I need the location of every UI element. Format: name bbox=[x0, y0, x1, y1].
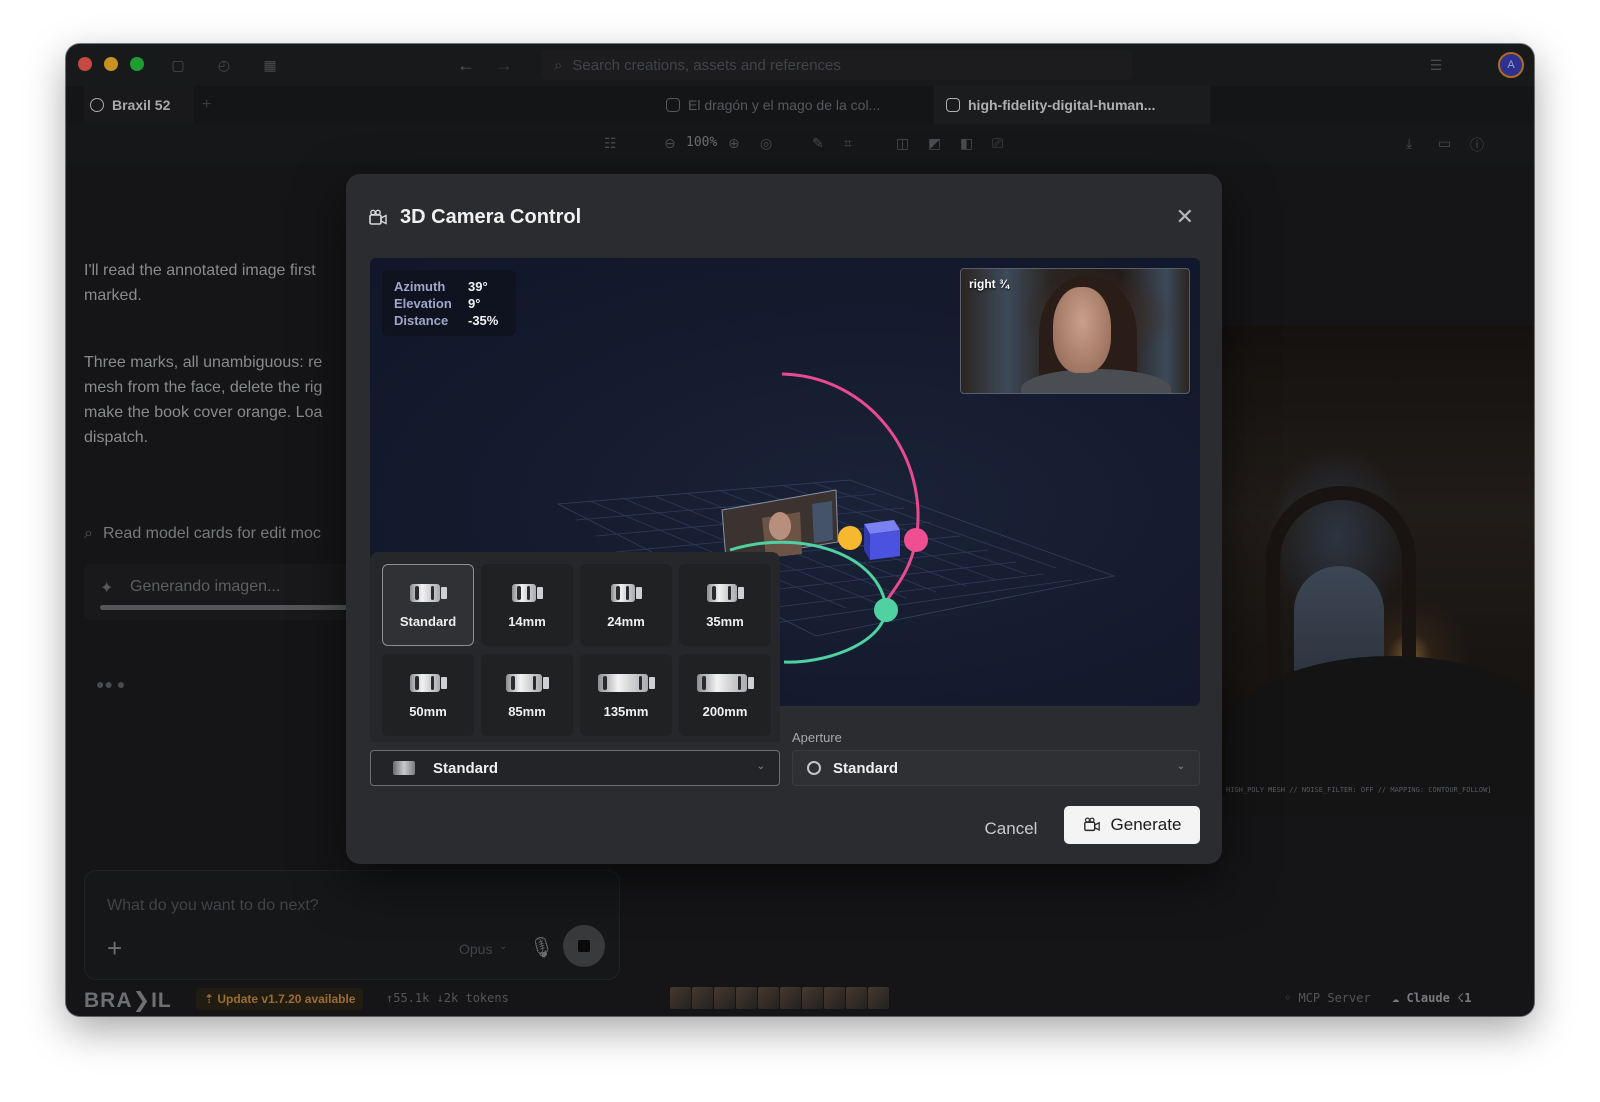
dialog-header: 3D Camera Control bbox=[368, 206, 581, 229]
video-camera-icon bbox=[369, 209, 387, 225]
lens-icon bbox=[696, 672, 754, 694]
cancel-button[interactable]: Cancel bbox=[966, 810, 1056, 848]
lens-option-label: Standard bbox=[399, 613, 457, 629]
lens-option-label: 35mm bbox=[706, 613, 744, 629]
lens-icon bbox=[610, 582, 642, 604]
preview-face bbox=[1053, 287, 1111, 373]
lens-icon bbox=[511, 582, 543, 604]
lens-icon bbox=[597, 672, 655, 694]
lens-option[interactable]: 135mm bbox=[580, 654, 672, 736]
aperture-select-value: Standard bbox=[833, 759, 899, 777]
lens-option[interactable]: 50mm bbox=[382, 654, 474, 736]
elevation-value: 9° bbox=[468, 296, 481, 311]
video-camera-icon bbox=[1083, 817, 1100, 832]
elevation-handle[interactable] bbox=[904, 528, 928, 552]
aperture-select[interactable]: Standard ⌄ bbox=[792, 750, 1200, 786]
lens-icon bbox=[409, 582, 447, 604]
dialog-title: 3D Camera Control bbox=[400, 206, 582, 228]
lens-option[interactable]: 24mm bbox=[580, 564, 672, 646]
lens-option-label: 50mm bbox=[409, 703, 447, 719]
target-handle[interactable] bbox=[838, 526, 862, 550]
distance-value: -35% bbox=[468, 313, 499, 328]
lens-icon bbox=[706, 582, 744, 604]
angle-preview: right ¾ bbox=[960, 268, 1190, 394]
lens-option[interactable]: 35mm bbox=[679, 564, 771, 646]
lens-option[interactable]: Standard bbox=[382, 564, 474, 646]
lens-icon bbox=[393, 761, 415, 775]
lens-option[interactable]: 200mm bbox=[679, 654, 771, 736]
azimuth-label: Azimuth bbox=[394, 279, 446, 294]
distance-label: Distance bbox=[394, 313, 449, 328]
lens-grid: Standard 14mm 24mm 35mm 50mm 85mm 135mm 200mm bbox=[382, 564, 771, 736]
generate-label: Generate bbox=[1110, 815, 1182, 834]
generate-button[interactable]: Generate bbox=[1064, 806, 1200, 844]
camera-readout: Azimuth 39° Elevation 9° Distance -35% bbox=[382, 270, 516, 336]
close-icon[interactable]: ✕ bbox=[1176, 206, 1194, 228]
lens-option[interactable]: 85mm bbox=[481, 654, 573, 736]
camera-control-dialog: 3D Camera Control ✕ Azimuth 39° Elevatio… bbox=[346, 174, 1222, 864]
camera-cube[interactable] bbox=[864, 520, 900, 560]
lens-picker: Standard 14mm 24mm 35mm 50mm 85mm 135mm 200mm bbox=[370, 552, 780, 742]
preview-angle-label: right ¾ bbox=[969, 277, 1010, 291]
aperture-label: Aperture bbox=[792, 730, 842, 745]
app-window: ▢ ◴ ▦ ← → ⌕ Search creations, assets and… bbox=[66, 44, 1534, 1016]
azimuth-value: 39° bbox=[468, 279, 488, 294]
azimuth-handle[interactable] bbox=[874, 598, 898, 622]
chevron-down-icon: ⌄ bbox=[756, 761, 765, 772]
lens-icon bbox=[505, 672, 549, 694]
elevation-label: Elevation bbox=[394, 296, 452, 311]
lens-option-label: 14mm bbox=[508, 613, 546, 629]
lens-select[interactable]: Standard ⌄ bbox=[370, 750, 780, 786]
lens-select-value: Standard bbox=[433, 759, 499, 777]
lens-option-label: 85mm bbox=[508, 703, 546, 719]
chevron-down-icon: ⌄ bbox=[1176, 761, 1185, 772]
lens-option-label: 200mm bbox=[702, 703, 748, 719]
lens-option-label: 24mm bbox=[607, 613, 645, 629]
lens-option[interactable]: 14mm bbox=[481, 564, 573, 646]
lens-icon bbox=[409, 672, 447, 694]
lens-option-label: 135mm bbox=[603, 703, 649, 719]
aperture-icon bbox=[807, 761, 821, 775]
